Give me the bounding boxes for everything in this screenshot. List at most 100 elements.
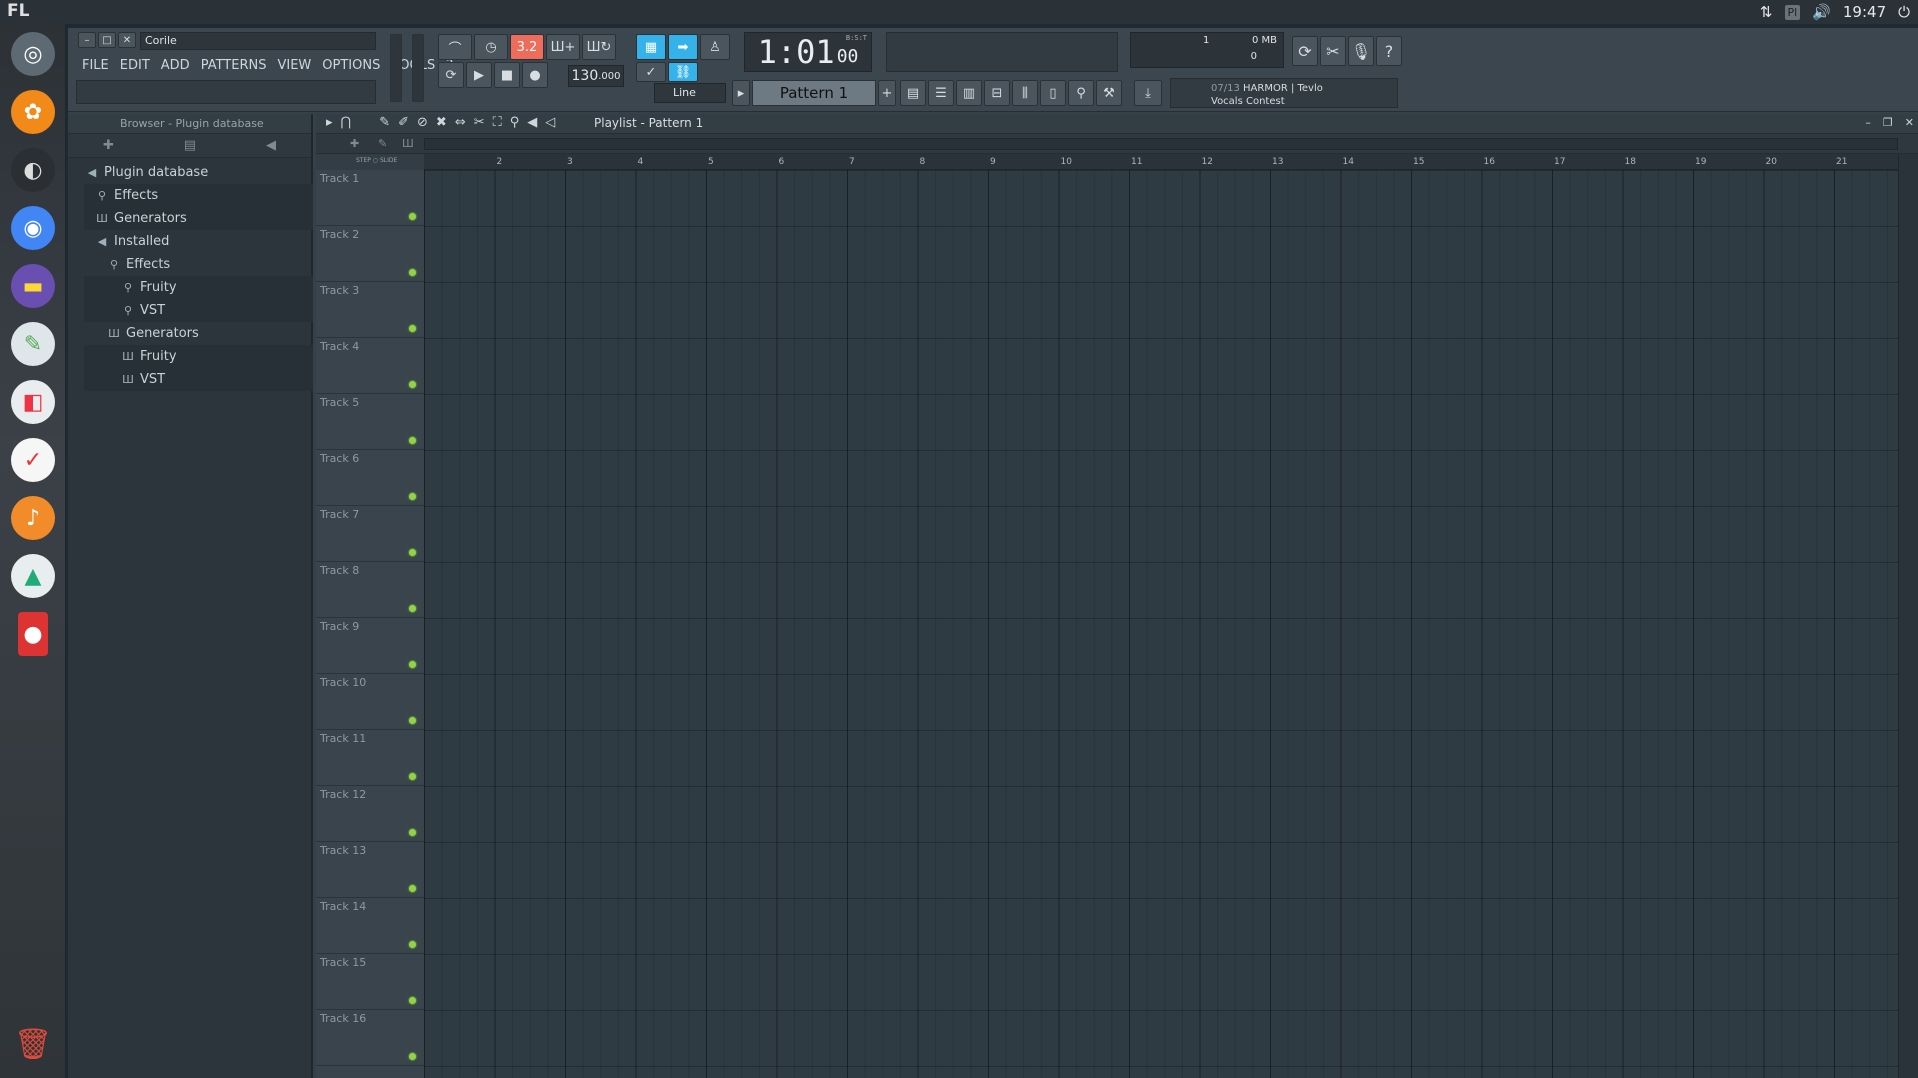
track-header[interactable]: Track 7 [316,506,424,562]
fl-studio-icon[interactable]: ✿ [11,90,55,134]
pattern-add-button[interactable]: + [878,80,896,106]
playlist-view-button[interactable]: ▤ [900,80,926,106]
minimize-icon[interactable]: – [1865,116,1871,129]
track-mute-led[interactable] [409,269,416,276]
touch-controller-button[interactable]: ⚒ [1096,80,1122,106]
close-icon[interactable]: ✕ [1905,116,1914,129]
arrow-tool-icon[interactable]: ✚ [350,137,359,150]
record-button[interactable]: ● [522,62,548,88]
plugin-picker-button[interactable]: ⚲ [1068,80,1094,106]
master-pitch-slider[interactable] [412,34,424,102]
tree-item-plugin-database[interactable]: ◀ Plugin database [84,161,313,184]
refresh-icon[interactable]: ⟳ [1292,36,1318,66]
track-mute-led[interactable] [409,213,416,220]
countdown-button[interactable]: 3.2 [510,34,544,60]
gimp-icon[interactable]: ✎ [11,322,55,366]
menu-add[interactable]: ADD [161,58,190,73]
pattern-prev-button[interactable]: ▸ [732,80,750,106]
menu-file[interactable]: FILE [82,58,109,73]
track-header[interactable]: Track 16 [316,1010,424,1066]
news-panel[interactable]: 07/13 HARMOR | Tevlo Vocals Contest [1170,78,1398,108]
playback-icon[interactable]: ◀ [527,115,537,130]
track-header[interactable]: Track 5 [316,394,424,450]
trash-icon[interactable]: 🗑 [11,1022,55,1066]
project-info-button[interactable]: ▯ [1040,80,1066,106]
track-header[interactable]: Track 2 [316,226,424,282]
song-time-display[interactable]: 1:01 00 B:S:T [744,32,872,72]
restore-icon[interactable]: ❐ [1883,116,1893,129]
network-icon[interactable]: ⇅ [1760,3,1773,21]
track-header[interactable]: Track 4 [316,338,424,394]
browser-collapse-icon[interactable]: ✚ [103,138,114,153]
power-icon[interactable]: ⏻ [1898,3,1910,21]
track-mute-led[interactable] [409,885,416,892]
fl-logo[interactable]: FL [7,1,29,21]
tree-item-effects[interactable]: ⚲ Effects [84,184,313,207]
track-header[interactable]: Track 12 [316,786,424,842]
zoom-icon[interactable]: ⚲ [510,115,520,130]
tree-item-installed-generators[interactable]: Ш Generators [84,322,313,345]
tree-item-generators-fruity[interactable]: Ш Fruity [84,345,313,368]
mixer-button[interactable]: ⫼ [1012,80,1038,106]
link-button[interactable]: ⛓ [668,62,698,82]
toggle-app-icon[interactable]: ◧ [11,380,55,424]
pencil-icon[interactable]: ✎ [379,115,390,130]
audacity-icon[interactable]: ♪ [11,496,55,540]
files-icon[interactable]: ▬ [11,264,55,308]
metronome-curve-button[interactable]: ⌒ [438,34,472,60]
track-mute-led[interactable] [409,941,416,948]
track-mute-led[interactable] [409,493,416,500]
pattern-selector[interactable]: Pattern 1 [752,80,876,106]
pencil-small-icon[interactable]: ✎ [378,137,387,150]
play-button[interactable]: ▶ [466,62,492,88]
track-mute-led[interactable] [409,325,416,332]
slip-icon[interactable]: ⇔ [455,115,466,130]
track-header[interactable]: Track 9 [316,618,424,674]
master-volume-slider[interactable] [390,34,402,102]
track-header[interactable]: Track 3 [316,282,424,338]
brush-icon[interactable]: ✐ [398,115,409,130]
track-header[interactable]: Track 8 [316,562,424,618]
track-mute-led[interactable] [409,437,416,444]
minimize-button[interactable]: – [78,32,96,48]
stop-button[interactable]: ■ [494,62,520,88]
loop-mode-button[interactable]: ⟳ [438,62,464,88]
track-header[interactable]: Track 1 [316,170,424,226]
notes-icon[interactable]: ✓ [11,438,55,482]
loop-record-button[interactable]: Ш↻ [582,34,616,60]
recording-filter-button[interactable]: ✓ [636,62,666,82]
select-icon[interactable]: ⛶ [493,115,502,130]
track-header[interactable]: Track 13 [316,842,424,898]
tools-icon[interactable]: ✂ [1320,36,1346,66]
playlist-menu-icon[interactable]: ▸ [326,115,333,130]
track-mute-led[interactable] [409,1053,416,1060]
track-header[interactable]: Track 14 [316,898,424,954]
help-icon[interactable]: ? [1376,36,1402,66]
track-header[interactable]: Track 10 [316,674,424,730]
playlist-grid[interactable] [424,170,1898,1078]
track-mute-led[interactable] [409,549,416,556]
step-edit-button[interactable]: Ш+ [546,34,580,60]
tree-item-installed-effects[interactable]: ⚲ Effects [84,253,313,276]
magnet-icon[interactable]: ⋂ [341,115,352,130]
tree-item-installed[interactable]: ◀ Installed [84,230,313,253]
menu-patterns[interactable]: PATTERNS [201,58,267,73]
browser-button[interactable]: ⊟ [984,80,1010,106]
vertical-scrollbar[interactable] [1898,154,1918,1078]
track-mute-led[interactable] [409,661,416,668]
track-mute-led[interactable] [409,717,416,724]
metronome-button[interactable]: ◷ [474,34,508,60]
close-button[interactable]: ✕ [118,32,136,48]
tempo-display[interactable]: 130.000 [568,65,624,87]
browser-speaker-icon[interactable]: ◀ [266,138,276,153]
menu-edit[interactable]: EDIT [120,58,150,73]
ubuntu-logo-icon[interactable]: ◎ [11,32,55,76]
inkscape-icon[interactable]: ▲ [11,554,55,598]
tree-item-effects-fruity[interactable]: ⚲ Fruity [84,276,313,299]
track-header[interactable]: Track 6 [316,450,424,506]
step-forward-button[interactable]: ➡ [668,34,698,60]
metronome-bell-button[interactable]: ♙ [700,34,730,60]
pattern-icon[interactable]: Ш [402,137,414,150]
browser-file-icon[interactable]: ▤ [184,138,196,153]
track-mute-led[interactable] [409,829,416,836]
